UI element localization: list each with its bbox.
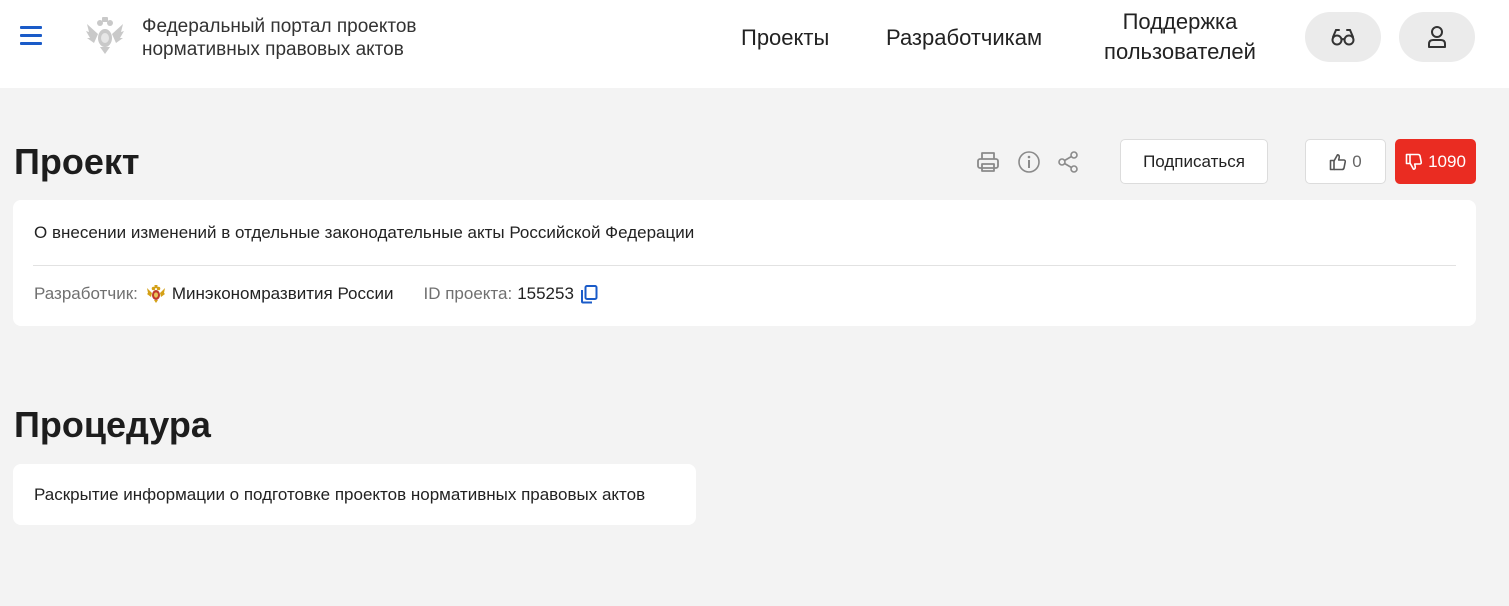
- like-count: 0: [1352, 151, 1362, 171]
- site-header: Федеральный портал проектов нормативных …: [0, 0, 1509, 88]
- nav-developers[interactable]: Разработчикам: [886, 23, 1042, 53]
- developer-label: Разработчик:: [34, 284, 138, 303]
- procedure-text: Раскрытие информации о подготовке проект…: [34, 485, 646, 504]
- user-icon: [1428, 26, 1446, 48]
- project-meta: Разработчик: Минэкономразвития России ID…: [34, 284, 599, 304]
- project-heading: Проект: [14, 141, 140, 182]
- dislike-button[interactable]: 1090: [1395, 139, 1476, 184]
- portal-title[interactable]: Федеральный портал проектов нормативных …: [142, 15, 472, 61]
- profile-button[interactable]: [1399, 12, 1475, 62]
- project-id-value: 155253: [517, 284, 574, 303]
- dislike-count: 1090: [1428, 151, 1466, 171]
- nav-projects[interactable]: Проекты: [741, 23, 829, 53]
- nav-support[interactable]: Поддержка пользователей: [1100, 7, 1260, 67]
- printer-icon[interactable]: [976, 150, 1000, 174]
- thumbs-down-icon: [1405, 153, 1423, 170]
- project-title: О внесении изменений в отдельные законод…: [34, 223, 695, 242]
- share-icon[interactable]: [1056, 150, 1080, 174]
- accessibility-button[interactable]: [1305, 12, 1381, 62]
- thumbs-up-icon: [1329, 153, 1347, 170]
- info-icon[interactable]: [1017, 150, 1041, 174]
- card-divider: [33, 265, 1456, 266]
- glasses-icon: [1331, 29, 1355, 46]
- coat-of-arms-icon[interactable]: [84, 14, 126, 56]
- hamburger-menu-icon[interactable]: [20, 26, 42, 46]
- procedure-card: Раскрытие информации о подготовке проект…: [13, 464, 696, 525]
- copy-icon[interactable]: [579, 284, 599, 304]
- subscribe-button[interactable]: Подписаться: [1120, 139, 1268, 184]
- like-button[interactable]: 0: [1305, 139, 1386, 184]
- ministry-emblem-icon: [146, 285, 165, 303]
- project-card: О внесении изменений в отдельные законод…: [13, 200, 1476, 326]
- developer-name[interactable]: Минэкономразвития России: [172, 284, 394, 304]
- procedure-heading: Процедура: [14, 404, 211, 445]
- project-id-label: ID проекта:: [423, 284, 513, 303]
